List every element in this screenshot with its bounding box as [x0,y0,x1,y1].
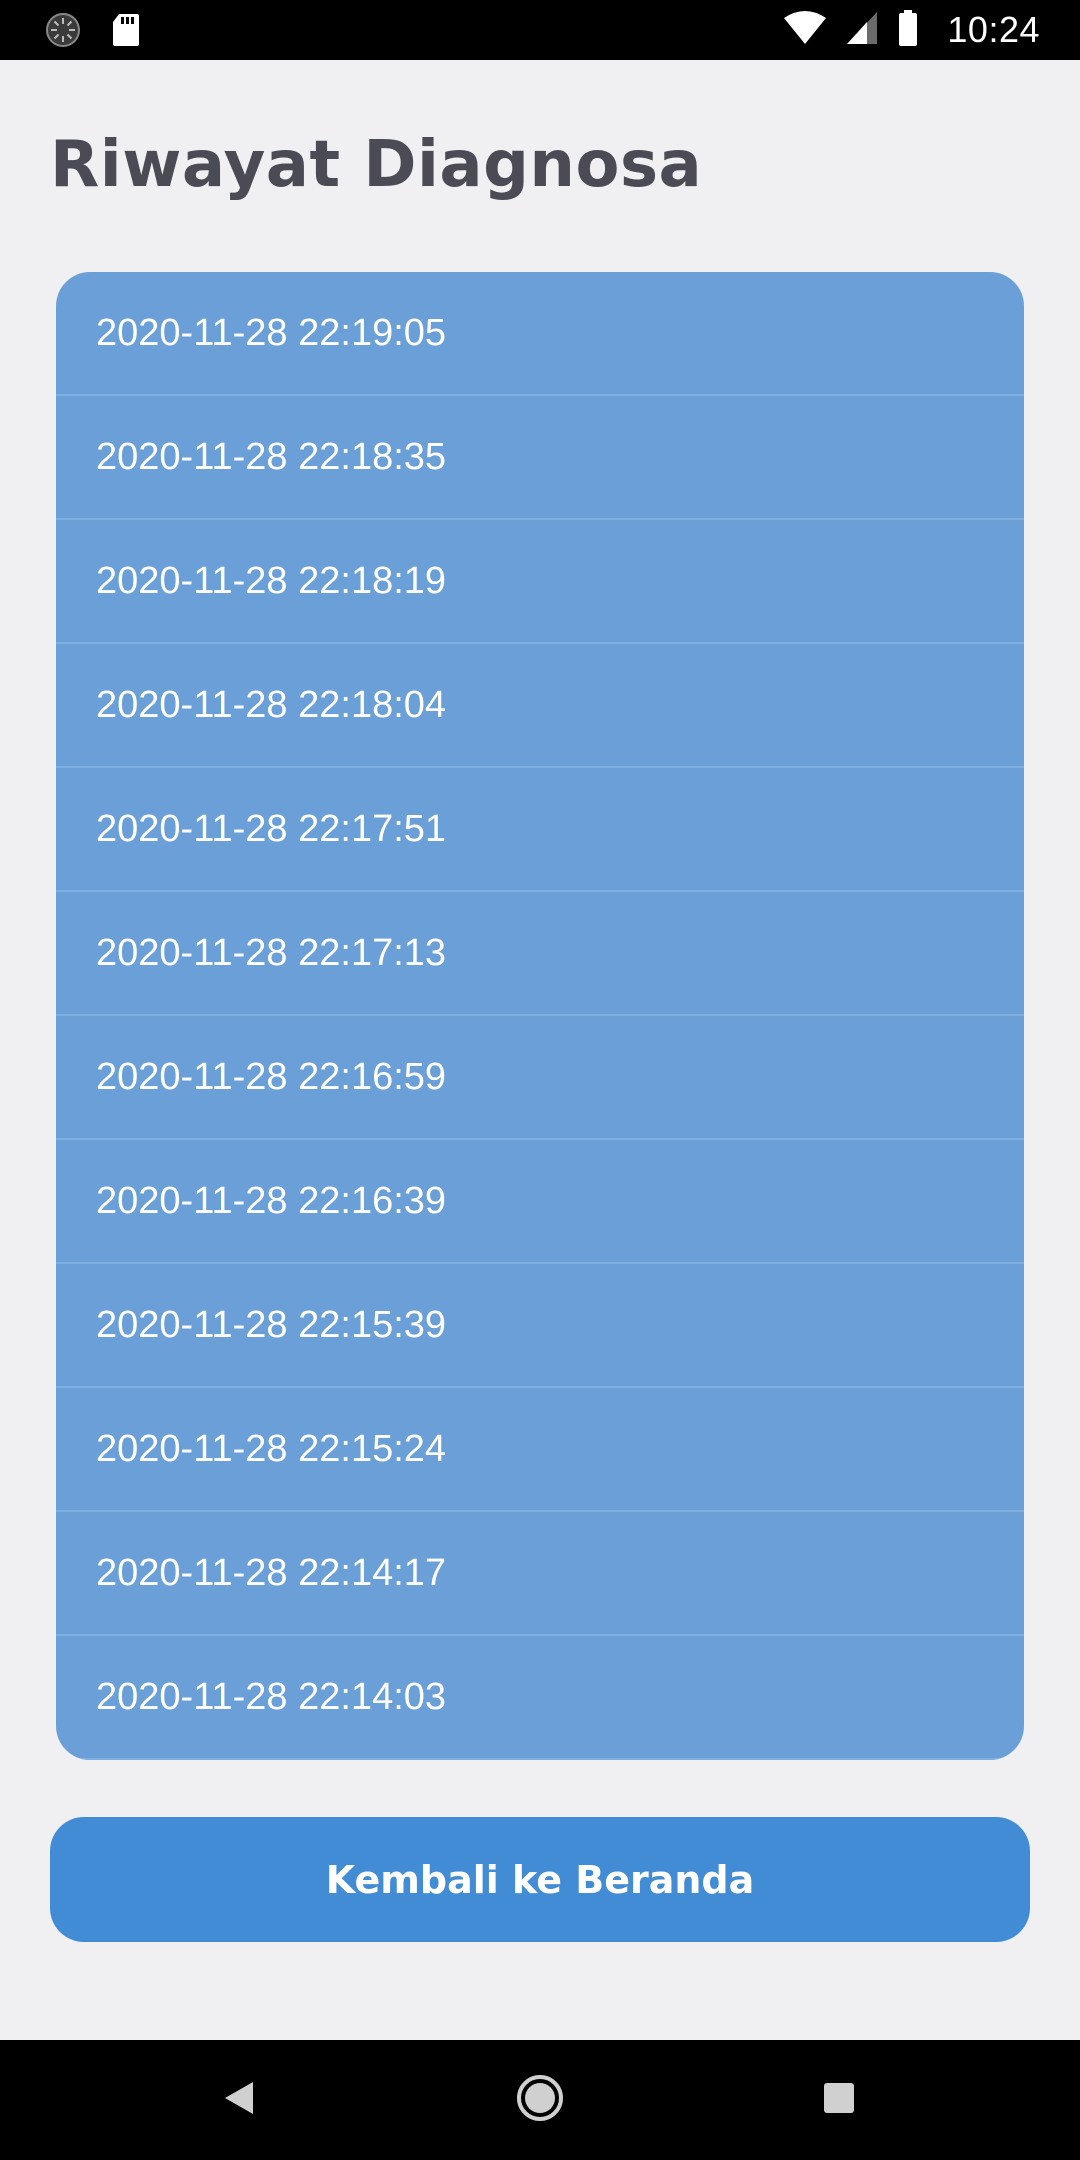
history-item-timestamp: 2020-11-28 22:18:04 [96,683,447,726]
history-item-timestamp: 2020-11-28 22:17:51 [96,807,447,850]
navigation-bar [0,2040,1080,2160]
screen: 10:24 Riwayat Diagnosa 2020-11-28 22:19:… [0,0,1080,2160]
history-item-timestamp: 2020-11-28 22:15:24 [96,1427,447,1470]
history-item[interactable]: 2020-11-28 22:14:03 [56,1636,1024,1760]
history-item-timestamp: 2020-11-28 22:16:59 [96,1055,447,1098]
history-list: 2020-11-28 22:19:05 2020-11-28 22:18:35 20… [56,272,1024,1760]
home-circle-icon [515,2073,565,2128]
battery-icon [897,9,919,52]
history-item[interactable]: 2020-11-28 22:14:17 [56,1512,1024,1636]
history-item[interactable]: 2020-11-28 22:16:39 [56,1140,1024,1264]
status-bar: 10:24 [0,0,1080,60]
history-item-timestamp: 2020-11-28 22:18:19 [96,559,447,602]
recents-square-icon [822,2081,856,2120]
history-item-timestamp: 2020-11-28 22:14:03 [96,1675,447,1718]
history-item[interactable]: 2020-11-28 22:15:39 [56,1264,1024,1388]
sd-card-icon [111,12,141,53]
history-item[interactable]: 2020-11-28 22:17:13 [56,892,1024,1016]
nav-home-button[interactable] [480,2040,600,2160]
history-item-timestamp: 2020-11-28 22:14:17 [96,1551,447,1594]
signal-icon [845,10,879,51]
history-item[interactable]: 2020-11-28 22:17:51 [56,768,1024,892]
back-triangle-icon [223,2080,257,2121]
history-item-timestamp: 2020-11-28 22:19:05 [96,311,447,354]
history-item[interactable]: 2020-11-28 22:15:24 [56,1388,1024,1512]
wifi-icon [783,10,827,51]
nav-recents-button[interactable] [779,2040,899,2160]
history-item[interactable]: 2020-11-28 22:18:04 [56,644,1024,768]
history-item-timestamp: 2020-11-28 22:16:39 [96,1179,447,1222]
nav-back-button[interactable] [180,2040,300,2160]
status-time: 10:24 [947,9,1040,50]
loading-icon [45,12,81,53]
history-item[interactable]: 2020-11-28 22:19:05 [56,272,1024,396]
status-left-icons [45,12,141,53]
history-item[interactable]: 2020-11-28 22:18:19 [56,520,1024,644]
history-item-timestamp: 2020-11-28 22:15:39 [96,1303,447,1346]
status-right-icons: 10:24 [783,6,1040,54]
back-to-home-button[interactable]: Kembali ke Beranda [50,1817,1030,1942]
history-item[interactable]: 2020-11-28 22:18:35 [56,396,1024,520]
page-title: Riwayat Diagnosa [50,128,703,202]
history-item[interactable]: 2020-11-28 22:16:59 [56,1016,1024,1140]
history-item-timestamp: 2020-11-28 22:17:13 [96,931,447,974]
history-item-timestamp: 2020-11-28 22:18:35 [96,435,447,478]
history-list-card[interactable]: 2020-11-28 22:19:05 2020-11-28 22:18:35 20… [56,272,1024,1760]
